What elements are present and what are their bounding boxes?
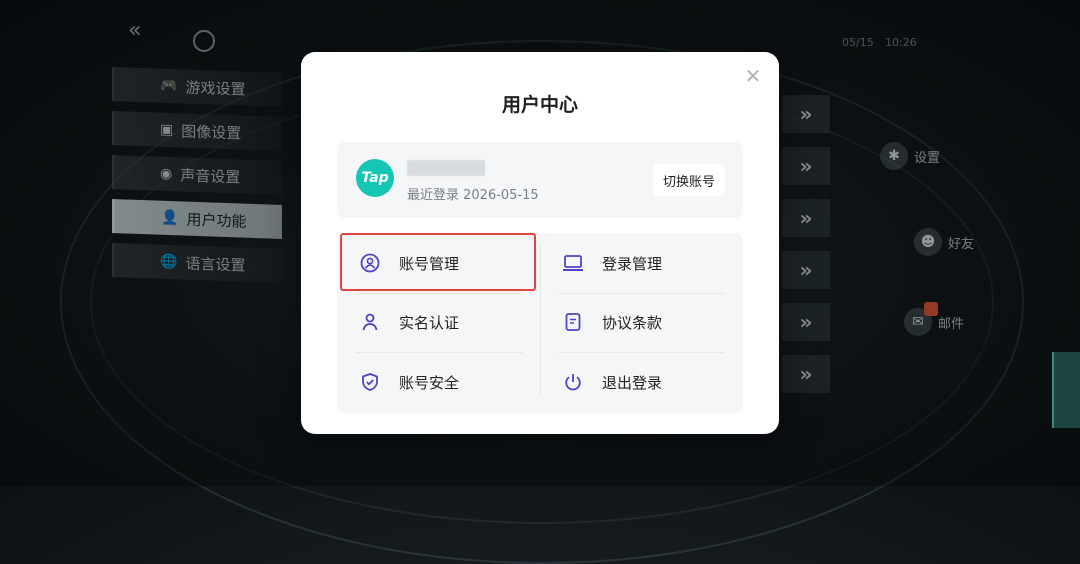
power-icon [562, 372, 584, 392]
document-icon [562, 312, 584, 332]
account-security-item[interactable]: 账号安全 [337, 353, 522, 411]
switch-account-button[interactable]: 切换账号 [652, 164, 725, 196]
highlight-box [340, 233, 536, 291]
last-login-text: 最近登录 2026-05-15 [407, 188, 539, 203]
close-icon[interactable]: ✕ [743, 66, 763, 86]
login-management-item[interactable]: 登录管理 [540, 234, 725, 292]
account-card: Tap 最近登录 2026-05-15 切换账号 [337, 142, 743, 218]
real-name-auth-item[interactable]: 实名认证 [337, 293, 522, 351]
item-label: 账号安全 [399, 373, 460, 392]
dialog-title: 用户中心 [501, 94, 578, 116]
item-label: 登录管理 [602, 254, 663, 273]
username-redacted [407, 160, 485, 176]
item-label: 实名认证 [399, 313, 460, 332]
user-center-dialog: 用户中心 ✕ Tap 最近登录 2026-05-15 切换账号 账号管理 登录管… [301, 52, 779, 434]
item-label: 退出登录 [602, 373, 663, 392]
shield-check-icon [359, 372, 381, 392]
terms-item[interactable]: 协议条款 [540, 293, 725, 351]
taptap-logo: Tap [356, 159, 394, 197]
item-label: 协议条款 [602, 313, 663, 332]
person-icon [359, 312, 381, 332]
laptop-icon [562, 253, 584, 273]
logout-item[interactable]: 退出登录 [540, 353, 725, 411]
